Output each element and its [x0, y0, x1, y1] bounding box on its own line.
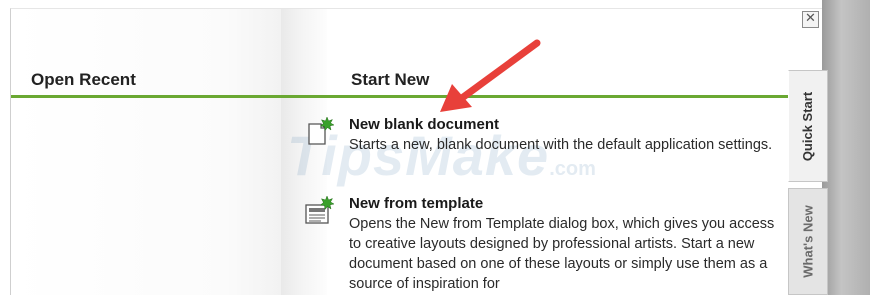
open-recent-pane [11, 9, 281, 295]
new-from-template-title[interactable]: New from template [349, 195, 483, 212]
new-from-template-icon [305, 195, 335, 224]
welcome-screen: Open Recent Start New ✕ TipsMake.com New… [10, 8, 823, 295]
new-blank-document-icon [308, 116, 335, 145]
open-recent-heading: Open Recent [31, 70, 136, 89]
section-divider [11, 95, 795, 98]
tab-whats-new-label: What's New [800, 205, 816, 278]
close-button[interactable]: ✕ [802, 11, 819, 28]
new-blank-document-title[interactable]: New blank document [349, 116, 499, 133]
tab-quick-start[interactable]: Quick Start [788, 70, 828, 182]
watermark-suffix: .com [549, 158, 596, 180]
new-from-template-description: Opens the New from Template dialog box, … [349, 216, 775, 292]
new-blank-document-description: Starts a new, blank document with the de… [349, 137, 773, 153]
tab-rail [822, 0, 870, 295]
start-new-heading: Start New [351, 70, 430, 89]
tab-whats-new[interactable]: What's New [788, 188, 828, 295]
tab-quick-start-label: Quick Start [800, 91, 816, 161]
